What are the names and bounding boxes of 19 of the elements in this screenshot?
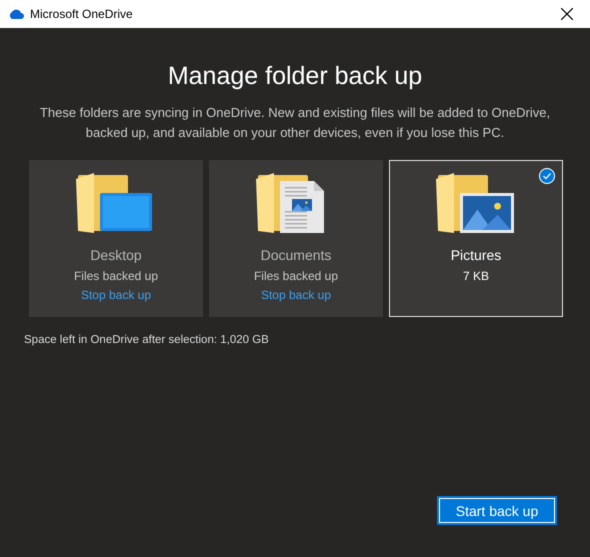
folder-status: Files backed up [74,269,158,283]
start-backup-button[interactable]: Start back up [437,496,557,525]
folder-name: Documents [260,247,332,263]
cloud-icon [8,9,24,19]
folder-status: Files backed up [254,269,338,283]
page-heading: Manage folder back up [166,62,424,91]
folder-name: Desktop [90,247,142,263]
close-icon [561,8,573,20]
folder-card[interactable]: Documents Files backed up Stop back up [209,160,383,317]
window-title: Microsoft OneDrive [30,7,134,21]
stop-backup-link[interactable]: Stop back up [260,288,332,302]
folder-card[interactable]: Pictures 7 KB [389,160,563,317]
folder-status: 7 KB [462,269,489,283]
stop-backup-link[interactable]: Stop back up [80,288,152,302]
folder-name: Pictures [450,247,502,263]
folder-card[interactable]: Desktop Files backed up Stop back up [29,160,203,317]
space-note: Space left in OneDrive after selection: 1,020 GB [24,334,270,346]
description-text: These folders are syncing in OneDrive. New and existing files will be added to OneDrive, backed up, and available on your other devices, even if you lose this PC. [38,104,552,142]
check-icon [539,168,555,184]
